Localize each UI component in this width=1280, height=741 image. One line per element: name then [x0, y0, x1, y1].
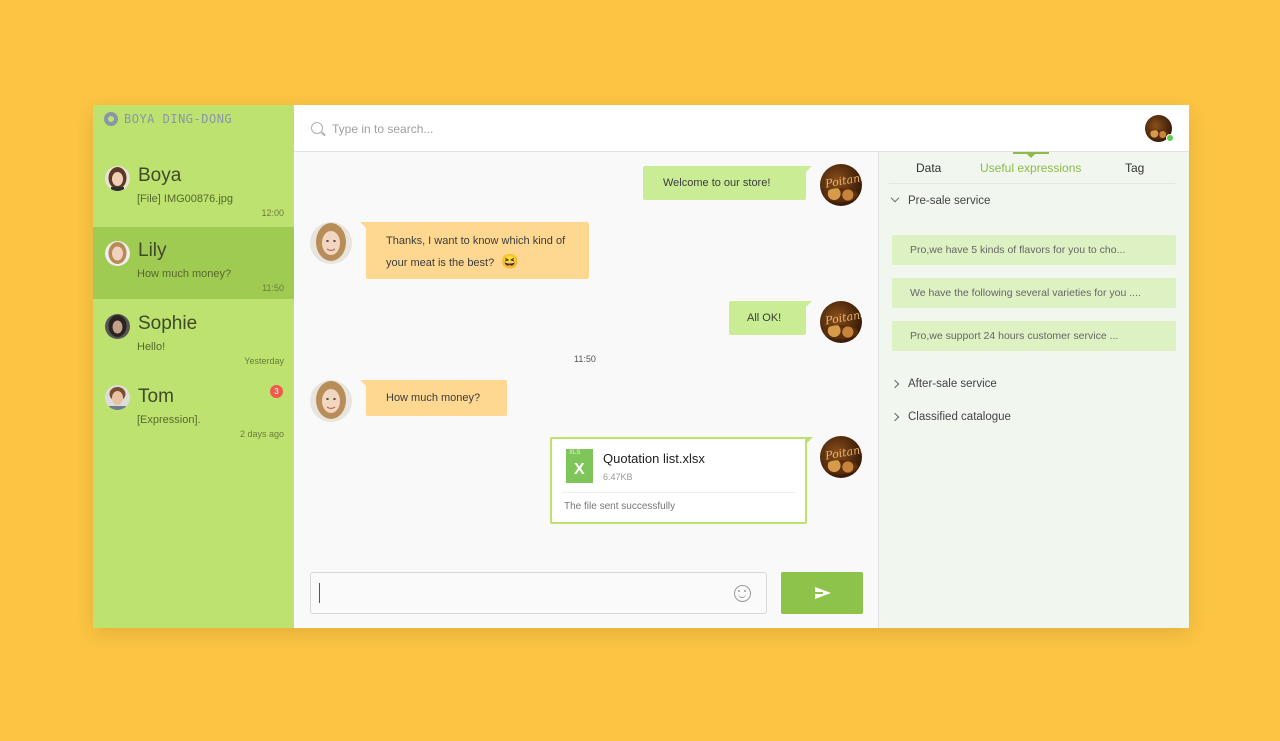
- file-size: 6.47KB: [603, 472, 633, 482]
- unread-badge: 3: [270, 385, 283, 398]
- customer-avatar: [310, 380, 352, 422]
- panel-tabs: Data Useful expressions Tag: [879, 152, 1190, 184]
- grinning-emoji-icon: 😆: [501, 253, 519, 269]
- top-bar: [294, 105, 1189, 152]
- file-status: The file sent successfully: [564, 501, 676, 512]
- file-message-card[interactable]: XLS X Quotation list.xlsx 6.47KB The fil…: [550, 437, 813, 524]
- file-type-tag: XLS: [569, 450, 581, 456]
- avatar-pastry-image: [824, 325, 858, 339]
- store-avatar: Poitane: [820, 164, 862, 206]
- conversation-time: Yesterday: [244, 356, 284, 366]
- conversation-time: 11:50: [262, 283, 284, 293]
- conversation-preview: [Expression].: [137, 414, 201, 426]
- chat-app-window: BOYA DING-DONG Boya [File] IMG00876.jpg …: [93, 105, 1189, 628]
- chevron-down-icon: [890, 193, 900, 203]
- conversation-name: Boya: [138, 165, 182, 186]
- message-text: How much money?: [386, 392, 481, 404]
- expression-item[interactable]: Pro,we have 5 kinds of flavors for you t…: [892, 235, 1176, 265]
- message-incoming: Thanks, I want to know which kind of you…: [360, 222, 589, 279]
- tab-tag[interactable]: Tag: [1125, 161, 1144, 175]
- message-outgoing: All OK!: [729, 301, 812, 335]
- conversation-name: Sophie: [138, 313, 198, 334]
- message-incoming: How much money?: [360, 380, 507, 416]
- search-input[interactable]: [332, 119, 632, 139]
- tab-useful-expressions[interactable]: Useful expressions: [980, 161, 1081, 175]
- expression-item[interactable]: We have the following several varieties …: [892, 278, 1176, 308]
- conversation-preview: Hello!: [137, 341, 166, 353]
- brand-name: BOYA DING-DONG: [124, 112, 233, 126]
- store-avatar: Poitane: [820, 301, 862, 343]
- section-label: Classified catalogue: [908, 411, 1011, 423]
- active-tab-indicator: [1013, 152, 1049, 158]
- brand-logo-icon: [104, 112, 118, 126]
- expression-item[interactable]: Pro,we support 24 hours customer service…: [892, 321, 1176, 351]
- chevron-right-icon: [890, 412, 900, 422]
- conversation-preview: [File] IMG00876.jpg: [137, 193, 233, 205]
- store-avatar: Poitane: [820, 436, 862, 478]
- sidebar: BOYA DING-DONG Boya [File] IMG00876.jpg …: [93, 105, 294, 628]
- send-icon: [815, 587, 831, 599]
- avatar-pastry-image: [824, 460, 858, 474]
- file-type-letter: X: [574, 461, 585, 478]
- conversation-name: Tom: [138, 386, 174, 407]
- brand: BOYA DING-DONG: [104, 112, 232, 126]
- conversation-item-lily[interactable]: Lily How much money? 11:50: [93, 227, 294, 299]
- timestamp-divider: 11:50: [574, 354, 596, 364]
- conversation-preview: How much money?: [137, 268, 232, 280]
- emoji-icon[interactable]: [734, 585, 751, 602]
- conversation-item-boya[interactable]: Boya [File] IMG00876.jpg 12:00: [93, 152, 294, 224]
- divider: [562, 492, 795, 493]
- chat-messages: Welcome to our store! Poitane Thanks, I …: [294, 152, 878, 628]
- conversation-time: 2 days ago: [239, 429, 284, 439]
- section-classified-catalogue[interactable]: Classified catalogue: [890, 411, 1011, 423]
- section-label: Pre-sale service: [908, 195, 991, 207]
- conversation-name: Lily: [138, 240, 167, 261]
- conversation-item-sophie[interactable]: Sophie Hello! Yesterday: [93, 300, 294, 372]
- excel-file-icon: XLS X: [566, 449, 593, 483]
- search-icon: [311, 122, 323, 134]
- chevron-right-icon: [890, 379, 900, 389]
- message-input[interactable]: [319, 583, 719, 603]
- section-pre-sale-service[interactable]: Pre-sale service: [890, 193, 991, 207]
- online-status-dot: [1166, 134, 1174, 142]
- message-text: Thanks, I want to know which kind of you…: [386, 235, 566, 269]
- avatar: [105, 166, 130, 191]
- message-text: Welcome to our store!: [663, 177, 771, 189]
- info-panel: Data Useful expressions Tag Pre-sale ser…: [878, 152, 1189, 628]
- tab-data[interactable]: Data: [916, 161, 941, 175]
- send-button[interactable]: [781, 572, 863, 614]
- section-label: After-sale service: [908, 378, 997, 390]
- customer-avatar: [310, 222, 352, 264]
- section-after-sale-service[interactable]: After-sale service: [890, 378, 997, 390]
- main-area: Welcome to our store! Poitane Thanks, I …: [294, 105, 1189, 628]
- file-name[interactable]: Quotation list.xlsx: [603, 451, 705, 466]
- avatar-pastry-image: [824, 188, 858, 202]
- divider: [889, 183, 1175, 184]
- avatar: [105, 385, 130, 410]
- conversation-time: 12:00: [261, 208, 284, 218]
- conversation-item-tom[interactable]: Tom 3 [Expression]. 2 days ago: [93, 373, 294, 445]
- message-outgoing: Welcome to our store!: [643, 166, 812, 200]
- message-composer: [310, 572, 767, 614]
- avatar: [105, 241, 130, 266]
- message-text: All OK!: [747, 312, 782, 324]
- avatar: [105, 314, 130, 339]
